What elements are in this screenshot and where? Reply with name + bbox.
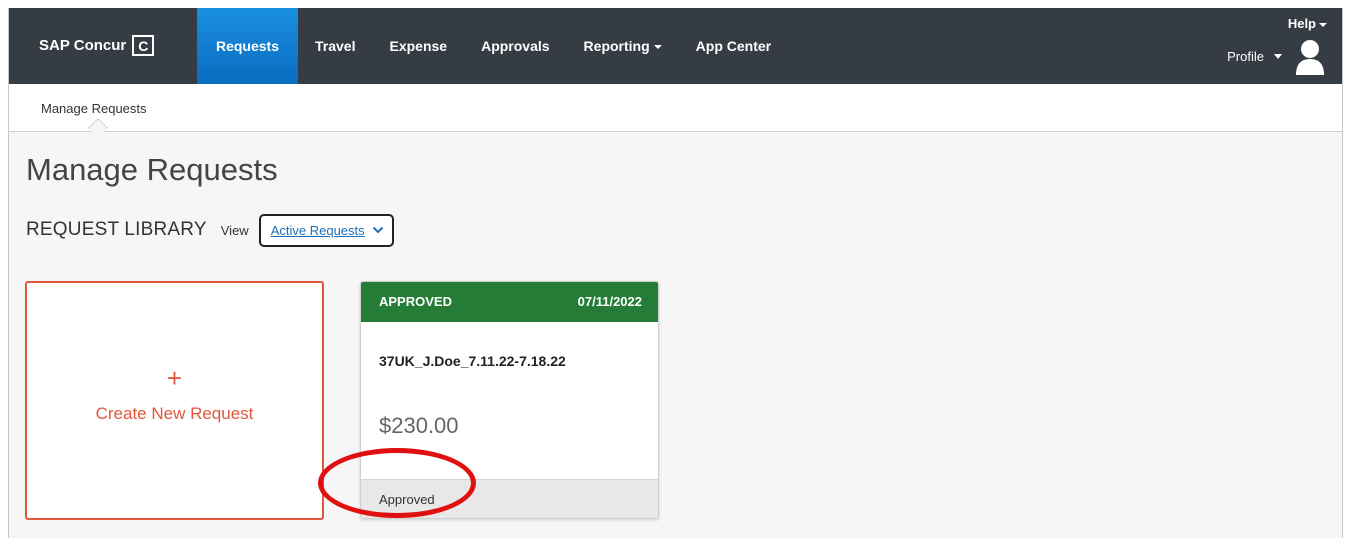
nav-item-requests[interactable]: Requests <box>197 8 298 84</box>
help-label: Help <box>1287 16 1316 31</box>
subnav-item-manage-requests[interactable]: Manage Requests <box>41 101 147 116</box>
nav-item-label: Reporting <box>583 38 650 54</box>
page-title: Manage Requests <box>26 152 278 187</box>
request-status-badge: APPROVED <box>379 294 452 309</box>
profile-menu[interactable]: Profile <box>1227 49 1282 64</box>
request-amount: $230.00 <box>379 413 459 438</box>
create-new-request-card[interactable]: + Create New Request <box>25 281 324 520</box>
caret-down-icon <box>1319 22 1327 27</box>
brand-logo[interactable]: SAP Concur C <box>39 35 155 56</box>
caret-down-icon <box>1274 54 1282 59</box>
request-name: 37UK_J.Doe_7.11.22-7.18.22 <box>379 353 566 369</box>
concur-c-icon: C <box>132 35 155 56</box>
view-label: View <box>220 222 249 238</box>
request-date: 07/11/2022 <box>577 294 642 309</box>
nav-item-expense[interactable]: Expense <box>372 8 464 84</box>
nav-item-label: App Center <box>695 38 772 54</box>
nav-item-reporting[interactable]: Reporting <box>567 8 679 84</box>
nav-item-approvals[interactable]: Approvals <box>464 8 566 84</box>
create-new-request-label: Create New Request <box>95 404 254 423</box>
sub-navigation: Manage Requests <box>9 84 1342 132</box>
request-library-heading: REQUEST LIBRARY <box>26 219 207 240</box>
request-footer-status: Approved <box>379 492 435 507</box>
brand-name: SAP Concur <box>39 37 127 54</box>
request-library-toolbar: REQUEST LIBRARY View Active Requests <box>26 213 394 247</box>
nav-item-label: Approvals <box>481 38 550 54</box>
nav-item-travel[interactable]: Travel <box>298 8 372 84</box>
request-card[interactable]: APPROVED 07/11/2022 37UK_J.Doe_7.11.22-7… <box>360 281 659 519</box>
view-filter-value: Active Requests <box>270 222 365 238</box>
app-frame: SAP Concur C Requests Travel Expense App… <box>8 8 1343 538</box>
profile-label: Profile <box>1227 49 1264 64</box>
plus-icon: + <box>166 363 183 393</box>
chevron-down-icon <box>372 226 383 234</box>
nav-item-label: Requests <box>215 38 280 54</box>
request-card-header: APPROVED 07/11/2022 <box>361 282 658 322</box>
subnav-item-label: Manage Requests <box>41 101 147 116</box>
nav-item-label: Travel <box>315 38 356 54</box>
top-navigation-bar: SAP Concur C Requests Travel Expense App… <box>9 8 1342 84</box>
nav-item-app-center[interactable]: App Center <box>679 8 788 84</box>
nav-item-label: Expense <box>389 38 448 54</box>
view-filter-dropdown[interactable]: Active Requests <box>258 213 394 247</box>
request-card-footer: Approved <box>361 479 658 518</box>
caret-down-icon <box>653 45 662 49</box>
help-menu[interactable]: Help <box>1288 16 1327 31</box>
user-avatar-icon[interactable] <box>1294 39 1326 75</box>
main-nav: Requests Travel Expense Approvals Report… <box>197 8 788 84</box>
